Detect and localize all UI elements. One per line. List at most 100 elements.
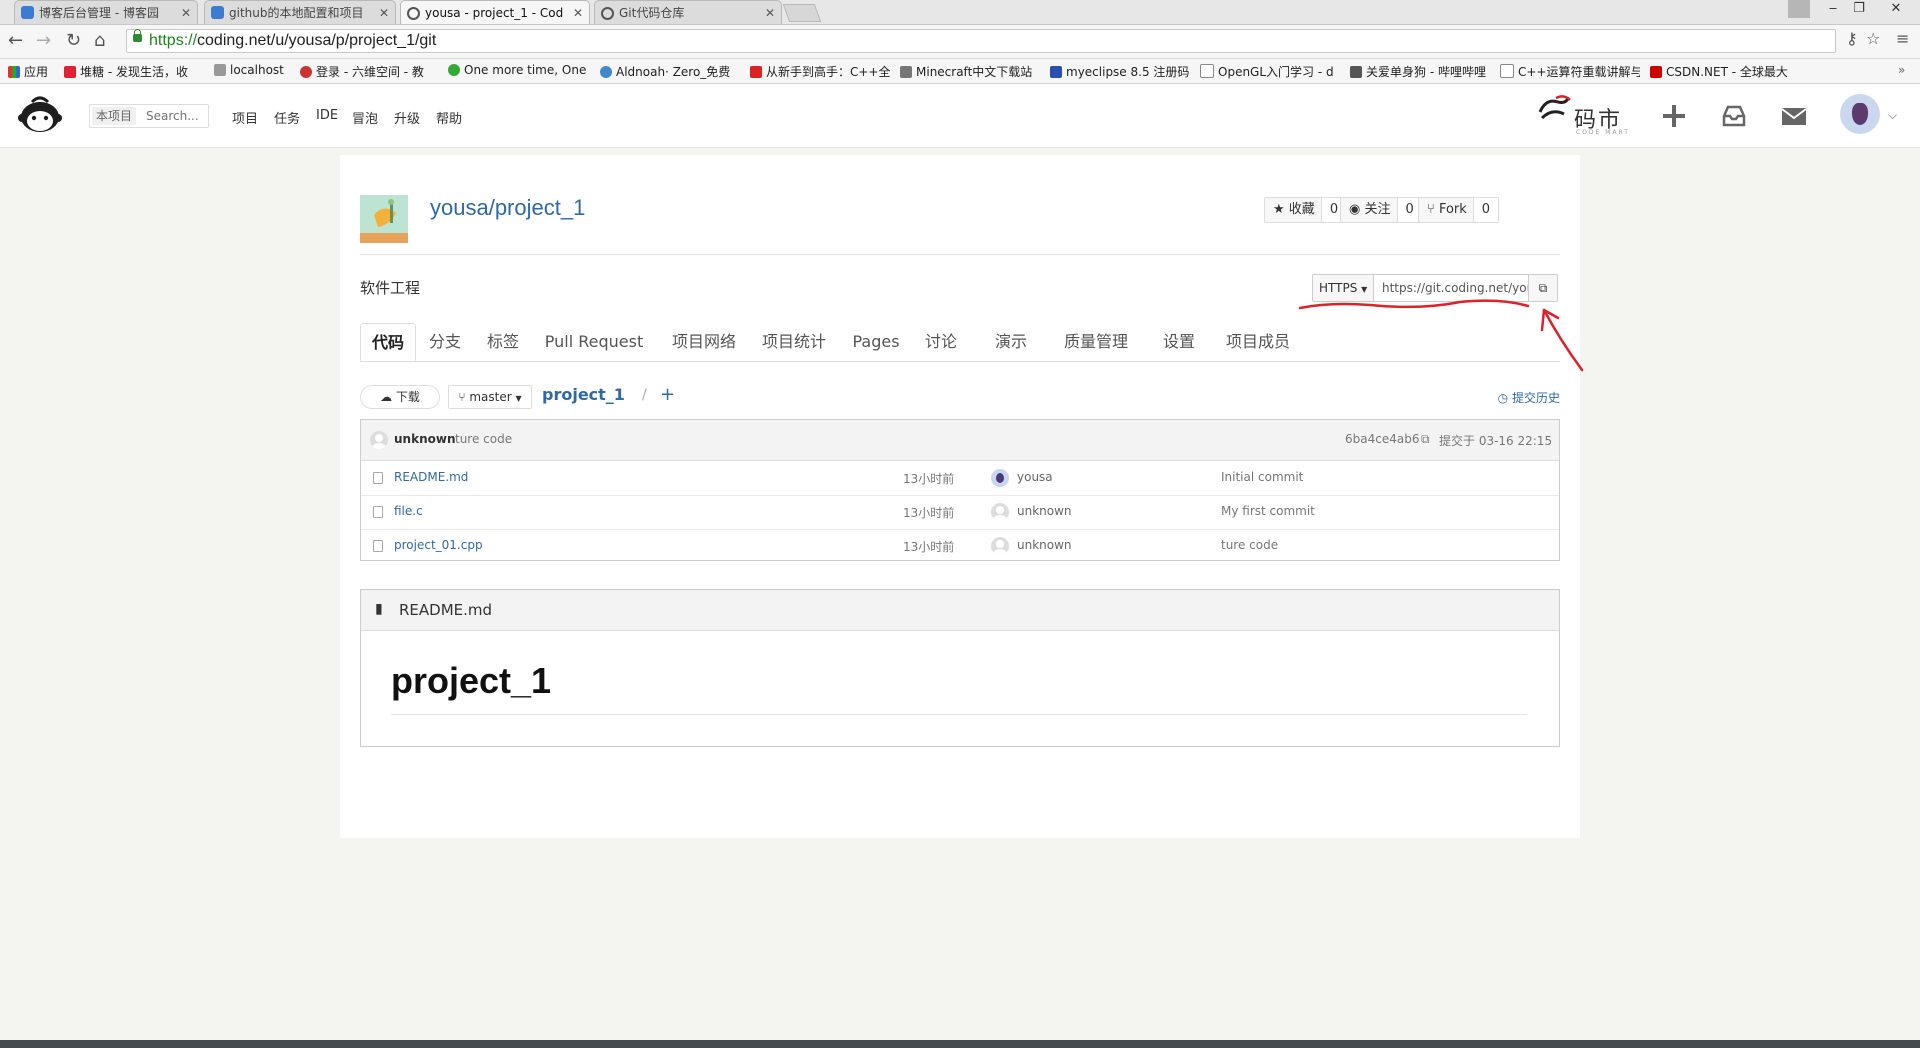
nav-bubble[interactable]: 冒泡 xyxy=(352,108,378,127)
nav-upgrade[interactable]: 升级 xyxy=(394,108,420,127)
project-title[interactable]: yousa/project_1 xyxy=(430,195,585,221)
copy-hash-icon[interactable]: ⧉ xyxy=(1421,432,1430,447)
restore-icon[interactable]: ❐ xyxy=(1846,0,1872,20)
close-tab-icon[interactable]: ✕ xyxy=(181,1,191,24)
search-box[interactable]: 本项目 xyxy=(89,104,209,128)
search-scope-label[interactable]: 本项目 xyxy=(92,107,137,125)
commit-author[interactable]: unknown xyxy=(394,432,455,446)
file-commit-message[interactable]: My first commit xyxy=(1221,504,1315,518)
tab-title: 博客后台管理 - 博客园 xyxy=(39,6,159,20)
browser-tab-blog-admin[interactable]: 博客后台管理 - 博客园 ✕ xyxy=(14,0,198,24)
coding-favicon-icon xyxy=(601,7,614,20)
bookmark-item[interactable]: 登录 - 六维空间 - 教 xyxy=(300,63,440,80)
table-row[interactable]: project_01.cpp 13小时前 unknown ture code xyxy=(361,529,1559,560)
close-tab-icon[interactable]: ✕ xyxy=(379,1,389,24)
close-tab-icon[interactable]: ✕ xyxy=(573,1,583,24)
bookmark-item[interactable]: OpenGL入门学习 - d xyxy=(1200,63,1340,80)
file-name[interactable]: project_01.cpp xyxy=(394,538,483,552)
bookmark-item[interactable]: 关爱单身狗 - 哔哩哔哩 xyxy=(1350,63,1490,80)
tab-statistics[interactable]: 项目统计 xyxy=(754,323,834,361)
breadcrumb-project[interactable]: project_1 xyxy=(542,385,625,404)
back-arrow-icon[interactable]: ← xyxy=(8,31,23,51)
bookmark-item[interactable]: myeclipse 8.5 注册码 xyxy=(1050,63,1190,80)
table-row[interactable]: file.c 13小时前 unknown My first commit xyxy=(361,495,1559,530)
coding-logo-icon[interactable] xyxy=(18,96,62,134)
commit-hash[interactable]: 6ba4ce4ab6 xyxy=(1345,432,1419,446)
bookmark-item[interactable]: localhost xyxy=(214,63,284,77)
bookmark-item[interactable]: Aldnoah· Zero_免费 xyxy=(600,63,740,80)
tab-settings[interactable]: 设置 xyxy=(1156,323,1202,361)
plus-icon[interactable] xyxy=(1660,102,1688,130)
close-tab-icon[interactable]: ✕ xyxy=(765,1,775,24)
bookmark-item[interactable]: 从新手到高手：C++全 xyxy=(750,63,890,80)
user-avatar[interactable] xyxy=(1840,94,1880,134)
codemart-logo-icon xyxy=(1538,95,1571,120)
tab-title: github的本地配置和项目 xyxy=(229,6,364,20)
url-input[interactable]: https://coding.net/u/yousa/p/project_1/g… xyxy=(126,29,1836,53)
file-commit-message[interactable]: Initial commit xyxy=(1221,470,1303,484)
file-user[interactable]: unknown xyxy=(1017,538,1072,552)
file-user[interactable]: yousa xyxy=(1017,470,1053,484)
user-profile-icon[interactable] xyxy=(1788,0,1810,18)
clone-protocol-dropdown[interactable]: HTTPS ▼ xyxy=(1313,275,1375,301)
bookmark-item[interactable]: CSDN.NET - 全球最大 xyxy=(1650,63,1790,80)
bookmark-item[interactable]: 堆糖 - 发现生活，收 xyxy=(64,63,204,80)
add-file-button[interactable]: + xyxy=(660,384,675,405)
fork-button[interactable]: ⑂ Fork 0 xyxy=(1418,197,1500,223)
search-input[interactable] xyxy=(146,107,206,125)
reload-icon[interactable]: ↻ xyxy=(66,31,81,51)
tab-tags[interactable]: 标签 xyxy=(480,323,526,361)
bookmark-item[interactable]: Minecraft中文下载站 xyxy=(900,63,1040,80)
bookmark-apps[interactable]: 应用 xyxy=(8,63,48,80)
bookmark-item[interactable]: C++运算符重载讲解与 xyxy=(1500,63,1640,80)
home-icon[interactable]: ⌂ xyxy=(94,31,105,51)
close-window-icon[interactable]: ✕ xyxy=(1876,0,1916,20)
nav-ide[interactable]: IDE xyxy=(316,108,338,123)
more-bookmarks-icon[interactable]: » xyxy=(1898,63,1905,77)
tab-pages[interactable]: Pages xyxy=(846,323,906,361)
clone-url-field[interactable]: https://git.coding.net/yousa/project_1.g… xyxy=(1377,275,1530,301)
download-button[interactable]: ☁ 下载 xyxy=(360,385,440,409)
codemart-brand[interactable]: 码市 CODE MART xyxy=(1536,92,1630,138)
branch-select[interactable]: ⑂ master ▼ xyxy=(448,385,532,409)
avatar xyxy=(991,537,1009,555)
browser-tab-project[interactable]: yousa - project_1 - Cod ✕ xyxy=(400,0,590,24)
tab-pull-request[interactable]: Pull Request xyxy=(536,323,652,361)
new-tab-button[interactable] xyxy=(782,4,822,22)
tab-members[interactable]: 项目成员 xyxy=(1218,323,1298,361)
key-icon[interactable]: ⚷ xyxy=(1846,29,1858,48)
menu-icon[interactable]: ≡ xyxy=(1896,29,1909,48)
tab-code[interactable]: 代码 xyxy=(360,323,416,361)
tab-quality[interactable]: 质量管理 xyxy=(1046,323,1146,361)
nav-help[interactable]: 帮助 xyxy=(436,108,462,127)
table-row[interactable]: README.md 13小时前 yousa Initial commit xyxy=(361,461,1559,496)
paw-icon xyxy=(1050,66,1062,78)
tab-demo[interactable]: 演示 xyxy=(988,323,1034,361)
project-avatar[interactable] xyxy=(360,195,408,243)
file-name[interactable]: file.c xyxy=(394,504,423,518)
nav-projects[interactable]: 项目 xyxy=(232,108,258,127)
inbox-icon[interactable] xyxy=(1720,102,1748,130)
tab-discussion[interactable]: 讨论 xyxy=(918,323,964,361)
minimize-icon[interactable]: ‒ xyxy=(1820,0,1846,20)
mail-icon[interactable] xyxy=(1780,102,1808,130)
file-name[interactable]: README.md xyxy=(394,470,468,484)
file-user[interactable]: unknown xyxy=(1017,504,1072,518)
chevron-down-icon[interactable]: ⌵ xyxy=(1888,108,1897,123)
star-bookmark-icon[interactable]: ☆ xyxy=(1866,29,1880,48)
nav-tasks[interactable]: 任务 xyxy=(274,108,300,127)
forward-arrow-icon[interactable]: → xyxy=(36,31,51,51)
commit-message[interactable]: ture code xyxy=(455,432,512,446)
browser-tab-git-repo[interactable]: Git代码仓库 ✕ xyxy=(594,0,782,24)
file-time: 13小时前 xyxy=(903,540,955,554)
star-button[interactable]: ★ 收藏 0 xyxy=(1264,197,1348,223)
bookmark-item[interactable]: One more time, One xyxy=(448,63,588,77)
caret-down-icon: ▼ xyxy=(1361,285,1368,294)
browser-tab-github-config[interactable]: github的本地配置和项目 ✕ xyxy=(204,0,396,24)
copy-clipboard-icon[interactable]: ⧉ xyxy=(1528,275,1557,301)
tab-branches[interactable]: 分支 xyxy=(422,323,468,361)
file-commit-message[interactable]: ture code xyxy=(1221,538,1278,552)
commit-history-link[interactable]: ◷ 提交历史 xyxy=(1498,389,1560,406)
tab-network[interactable]: 项目网络 xyxy=(664,323,744,361)
watch-button[interactable]: ◉ 关注 0 xyxy=(1340,197,1423,223)
